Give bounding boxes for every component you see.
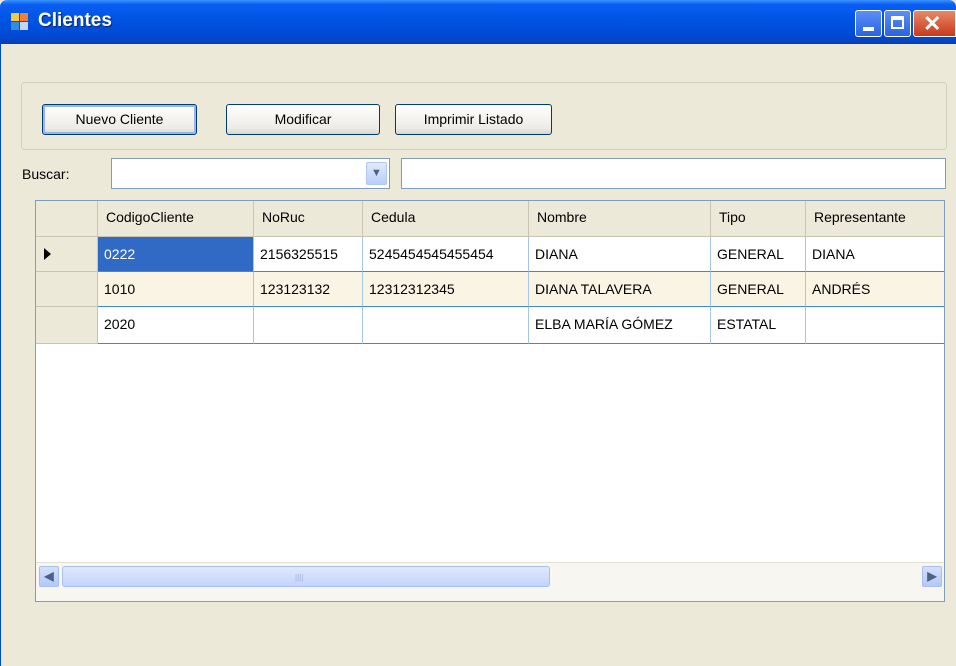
minimize-icon (863, 27, 874, 31)
search-input[interactable] (401, 158, 946, 189)
grid-cell[interactable]: GENERAL (711, 237, 806, 272)
window-title: Clientes (38, 10, 112, 31)
row-header[interactable] (36, 237, 98, 272)
clients-grid[interactable]: CodigoCliente NoRuc Cedula Nombre Tipo R… (35, 200, 945, 602)
grid-cell[interactable]: 0222 (98, 237, 254, 272)
column-header-representante[interactable]: Representante (806, 201, 944, 237)
grid-cell[interactable]: DIANA TALAVERA (529, 272, 711, 307)
grid-cell[interactable]: 2020 (98, 307, 254, 344)
form-icon (11, 13, 29, 31)
maximize-icon (891, 16, 904, 29)
current-row-arrow-icon (44, 248, 51, 260)
column-header-cedula[interactable]: Cedula (363, 201, 529, 237)
title-bar[interactable]: Clientes ✕ (0, 0, 956, 44)
grid-cell[interactable]: ESTATAL (711, 307, 806, 344)
search-field-combo[interactable]: ▼ (111, 158, 390, 189)
client-area: Nuevo Cliente Modificar Imprimir Listado… (0, 44, 956, 666)
search-label: Buscar: (22, 166, 70, 182)
grid-cell[interactable]: 1010 (98, 272, 254, 307)
column-header-codigocliente[interactable]: CodigoCliente (98, 201, 254, 237)
chevron-right-icon: ▶ (927, 569, 937, 583)
grid-cell[interactable]: ELBA MARÍA GÓMEZ (529, 307, 711, 344)
print-list-button[interactable]: Imprimir Listado (395, 104, 552, 135)
column-header-nombre[interactable]: Nombre (529, 201, 711, 237)
horizontal-scrollbar[interactable]: ◀ |||| ▶ (36, 562, 944, 601)
grid-cell[interactable] (254, 307, 363, 344)
scroll-right-button[interactable]: ▶ (922, 566, 942, 587)
column-header-tipo[interactable]: Tipo (711, 201, 806, 237)
scrollbar-thumb[interactable]: |||| (62, 566, 550, 587)
grid-cell[interactable]: GENERAL (711, 272, 806, 307)
close-button[interactable]: ✕ (913, 10, 956, 37)
maximize-button[interactable] (884, 10, 911, 37)
grid-cell[interactable]: 5245454545455454 (363, 237, 529, 272)
clientes-window: Clientes ✕ Nuevo Cliente Modificar Impri… (0, 0, 956, 666)
close-icon: ✕ (923, 11, 942, 36)
grid-cell[interactable]: 12312312345 (363, 272, 529, 307)
grid-corner-header[interactable] (36, 201, 98, 237)
modify-button[interactable]: Modificar (226, 104, 380, 135)
combo-dropdown-button[interactable]: ▼ (366, 162, 387, 185)
chevron-left-icon: ◀ (44, 569, 54, 583)
row-header[interactable] (36, 307, 98, 344)
column-header-noruc[interactable]: NoRuc (254, 201, 363, 237)
grid-cell[interactable] (806, 307, 944, 344)
row-header[interactable] (36, 272, 98, 307)
grid-cell[interactable]: 2156325515 (254, 237, 363, 272)
grid-cell[interactable]: ANDRÉS (806, 272, 944, 307)
grid-cell[interactable]: DIANA (529, 237, 711, 272)
grid-cell[interactable]: DIANA (806, 237, 944, 272)
new-client-button[interactable]: Nuevo Cliente (42, 104, 197, 135)
minimize-button[interactable] (855, 10, 882, 37)
grid-cell[interactable]: 123123132 (254, 272, 363, 307)
grip-icon: |||| (295, 573, 304, 582)
scroll-left-button[interactable]: ◀ (39, 566, 59, 587)
chevron-down-icon: ▼ (371, 167, 382, 179)
grid-cell[interactable] (363, 307, 529, 344)
grid-empty-area (36, 344, 944, 562)
